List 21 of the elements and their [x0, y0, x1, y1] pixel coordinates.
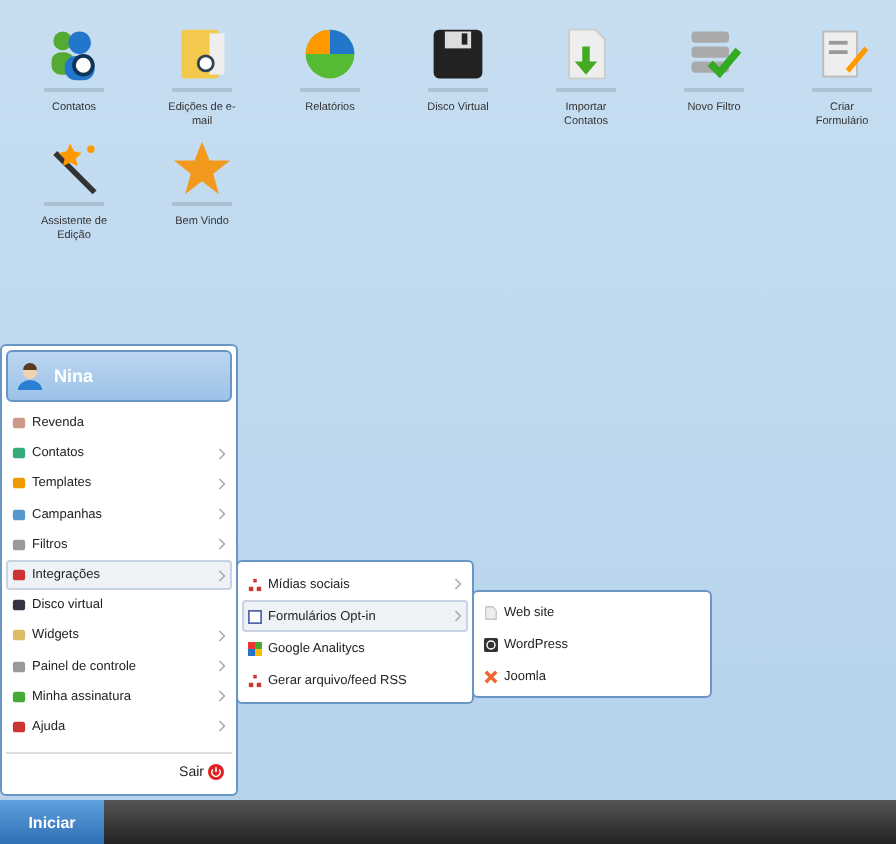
user-avatar-icon	[16, 362, 44, 390]
chevron-right-icon	[218, 538, 226, 551]
start-button[interactable]: Iniciar	[0, 800, 104, 844]
pie-chart-icon[interactable]	[300, 24, 360, 84]
chevron-right-icon	[454, 578, 462, 590]
star-icon[interactable]	[172, 138, 232, 198]
blocks-icon	[248, 641, 262, 655]
power-icon[interactable]	[208, 764, 224, 781]
document-icon	[484, 605, 498, 619]
chevron-right-icon	[218, 720, 226, 733]
chevron-right-icon	[218, 477, 226, 490]
user-name: Nina	[54, 366, 94, 386]
square-icon	[484, 637, 498, 651]
chevron-right-icon	[218, 629, 226, 642]
chevron-right-icon	[218, 508, 226, 521]
chevron-right-icon	[218, 660, 226, 673]
chevron-right-icon	[218, 569, 226, 582]
chevron-right-icon	[218, 690, 226, 703]
chevron-right-icon	[218, 447, 226, 460]
chevron-right-icon	[454, 610, 462, 622]
cross-icon	[484, 669, 498, 683]
